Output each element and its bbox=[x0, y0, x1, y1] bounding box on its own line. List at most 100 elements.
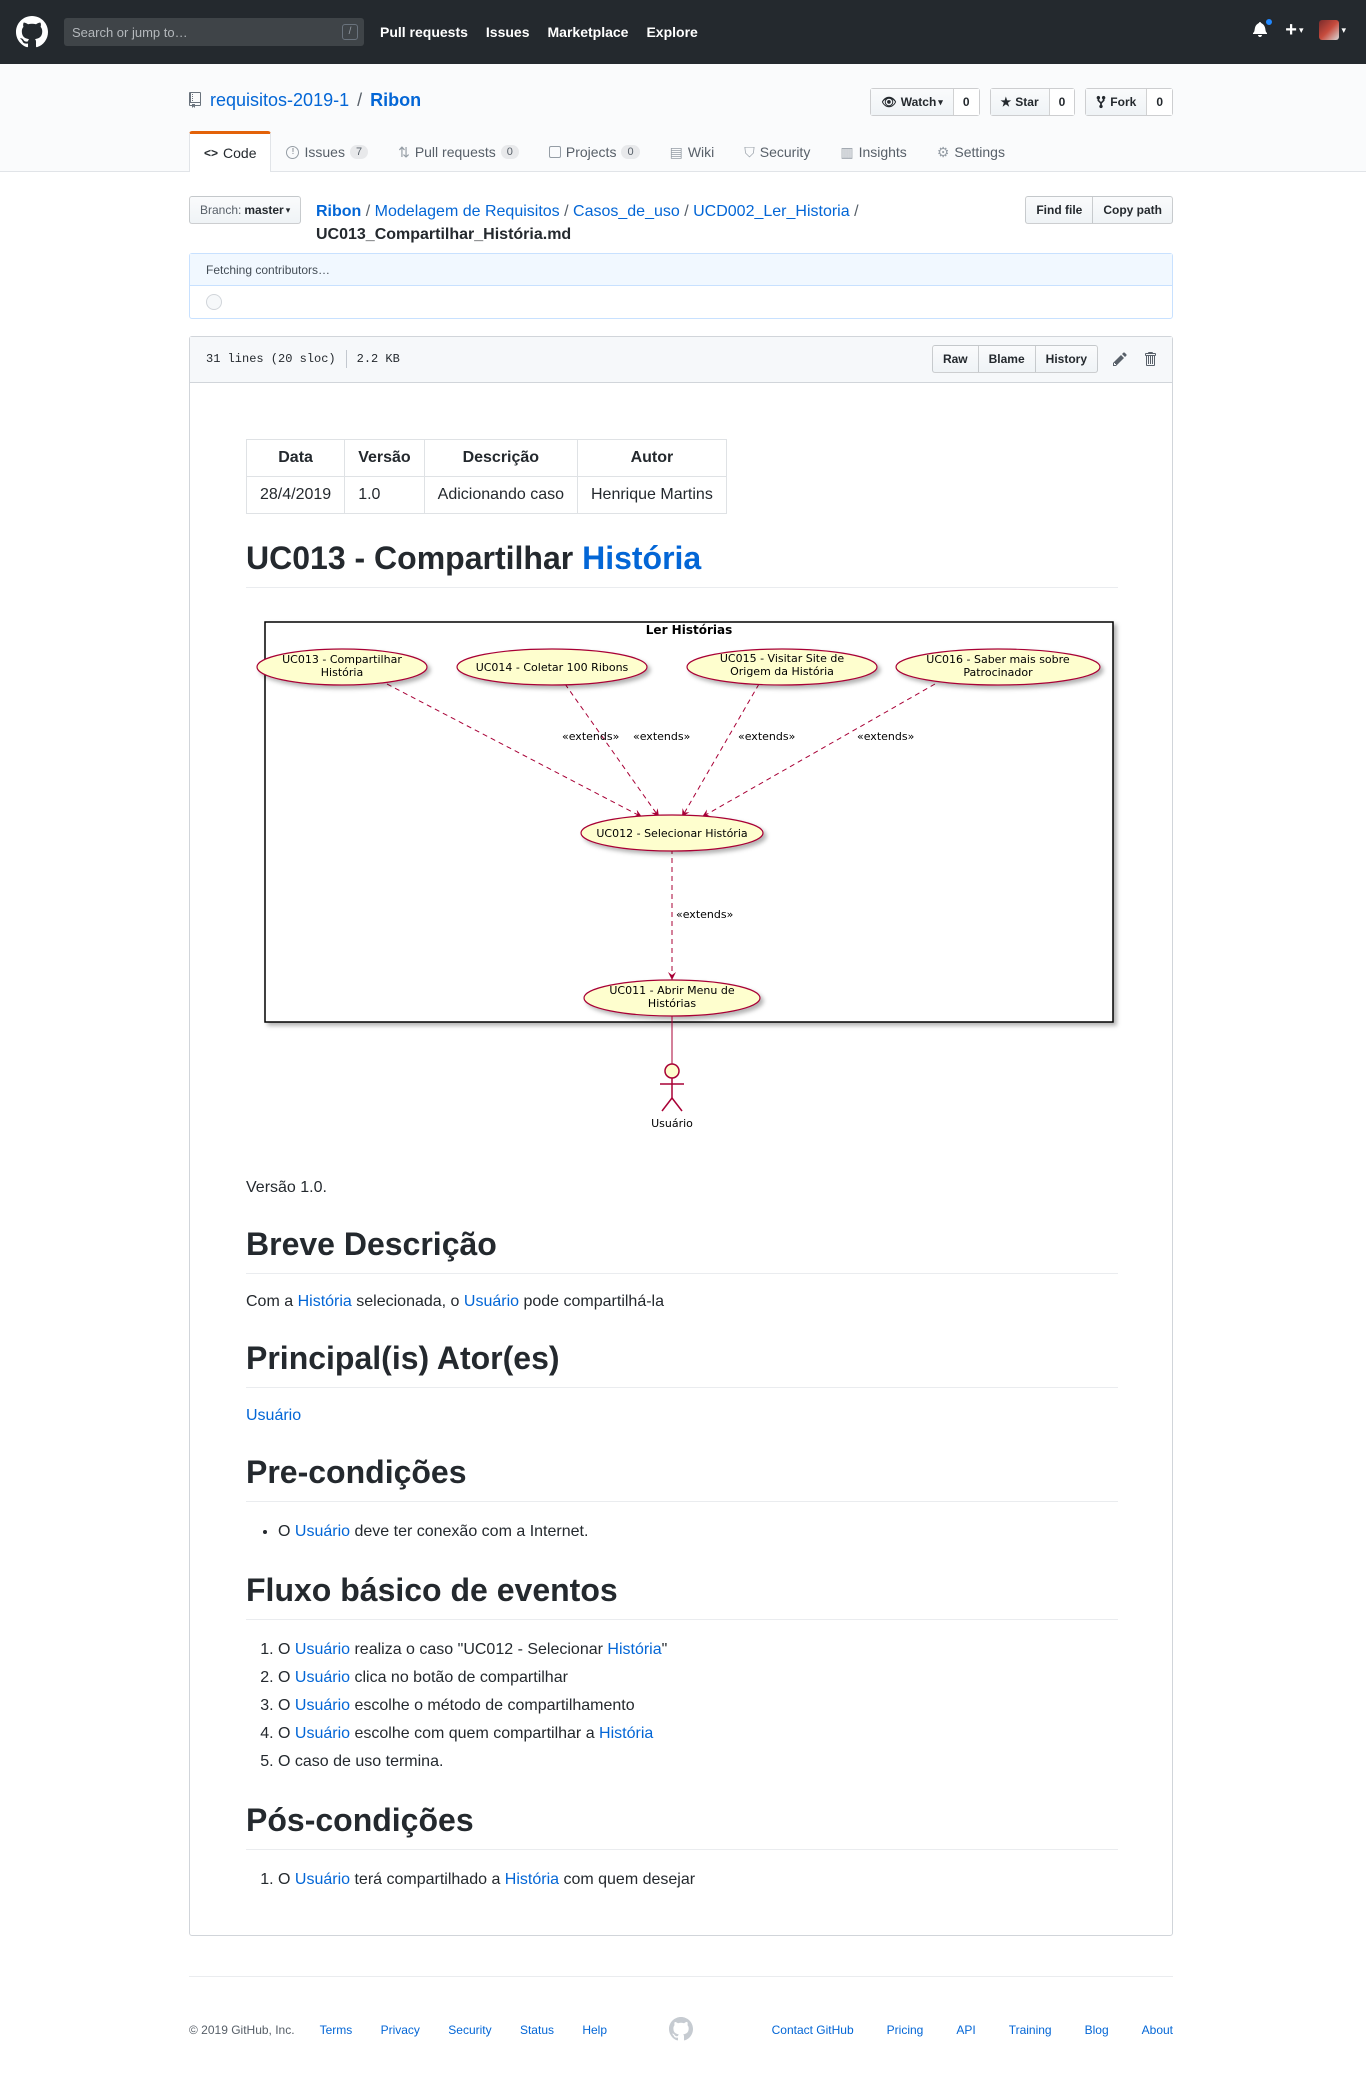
list-item: O caso de uso termina. bbox=[278, 1748, 1118, 1776]
section-heading: Principal(is) Ator(es) bbox=[246, 1338, 1118, 1388]
table-cell: 1.0 bbox=[344, 476, 425, 514]
link-historia[interactable]: História bbox=[607, 1641, 661, 1658]
footer-link-about[interactable]: About bbox=[1142, 2023, 1173, 2037]
link-usuario[interactable]: Usuário bbox=[246, 1407, 301, 1424]
markdown-body: Data Versão Descrição Autor 28/4/2019 1.… bbox=[245, 439, 1118, 1894]
use-case-diagram: Ler Histórias «extends» «extends» «exten… bbox=[256, 621, 1114, 1130]
raw-button[interactable]: Raw bbox=[931, 345, 979, 373]
list-item: O Usuário deve ter conexão com a Interne… bbox=[278, 1518, 1118, 1546]
link-usuario[interactable]: Usuário bbox=[295, 1725, 350, 1742]
search-placeholder: Search or jump to… bbox=[72, 24, 188, 40]
extends-label: «extends» bbox=[633, 730, 690, 743]
page-title: UC013 - Compartilhar História bbox=[246, 538, 1118, 588]
file-actions: Raw Blame History bbox=[931, 345, 1158, 373]
tab-label: Issues bbox=[304, 144, 345, 160]
fork-count[interactable]: 0 bbox=[1146, 89, 1172, 115]
footer-link-contact[interactable]: Contact GitHub bbox=[772, 2023, 854, 2037]
link-historia[interactable]: História bbox=[599, 1725, 653, 1742]
fork-button[interactable]: Fork bbox=[1086, 89, 1147, 115]
tab-counter: 7 bbox=[349, 145, 369, 159]
link-usuario[interactable]: Usuário bbox=[295, 1523, 350, 1540]
slash-shortcut-badge: / bbox=[342, 24, 358, 40]
repo-owner-link[interactable]: requisitos-2019-1 bbox=[210, 90, 349, 110]
footer-link-security[interactable]: Security bbox=[448, 2023, 491, 2037]
watch-count[interactable]: 0 bbox=[952, 89, 979, 115]
nav-marketplace[interactable]: Marketplace bbox=[548, 24, 629, 40]
trash-icon[interactable] bbox=[1142, 351, 1158, 367]
notifications-bell-icon[interactable] bbox=[1253, 18, 1274, 39]
list-item: O Usuário clica no botão de compartilhar bbox=[278, 1664, 1118, 1692]
tab-label: Settings bbox=[954, 144, 1005, 160]
title-link[interactable]: História bbox=[582, 540, 701, 576]
breadcrumb-item[interactable]: UCD002_Ler_Historia bbox=[693, 203, 850, 220]
title-text: UC013 - Compartilhar bbox=[246, 540, 583, 576]
github-mark-icon[interactable] bbox=[669, 2017, 693, 2041]
breadcrumb-item[interactable]: Modelagem de Requisitos bbox=[375, 203, 560, 220]
link-usuario[interactable]: Usuário bbox=[295, 1871, 350, 1888]
paragraph: Com a História selecionada, o Usuário po… bbox=[246, 1293, 664, 1310]
nav-explore[interactable]: Explore bbox=[646, 24, 697, 40]
link-historia[interactable]: História bbox=[505, 1871, 559, 1888]
watch-button[interactable]: 👁 Watch ▾ bbox=[871, 89, 953, 115]
tab-counter: 0 bbox=[500, 145, 519, 159]
tab-code[interactable]: <> Code bbox=[189, 131, 272, 172]
tab-projects[interactable]: Projects 0 bbox=[534, 131, 655, 172]
link-usuario[interactable]: Usuário bbox=[295, 1697, 350, 1714]
find-file-button[interactable]: Find file bbox=[1025, 196, 1094, 224]
star-label: Star bbox=[1015, 95, 1039, 109]
history-button[interactable]: History bbox=[1034, 345, 1098, 373]
breadcrumb-item[interactable]: Casos_de_uso bbox=[573, 203, 680, 220]
tab-counter: 0 bbox=[621, 145, 640, 159]
link-usuario[interactable]: Usuário bbox=[295, 1641, 350, 1658]
usecase-label: UC013 - Compartilhar bbox=[282, 653, 402, 666]
pencil-icon[interactable] bbox=[1112, 351, 1128, 367]
list-item: O Usuário realiza o caso "UC012 - Seleci… bbox=[278, 1636, 1118, 1664]
section-heading: Breve Descrição bbox=[246, 1224, 1118, 1274]
copy-path-button[interactable]: Copy path bbox=[1093, 196, 1173, 224]
repo-actions: 👁 Watch ▾ 0 ★ Star 0 Fork 0 bbox=[870, 88, 1173, 116]
tab-wiki[interactable]: ▤ Wiki bbox=[655, 131, 730, 172]
star-count[interactable]: 0 bbox=[1048, 89, 1075, 115]
search-input[interactable]: Search or jump to… / bbox=[64, 18, 364, 46]
footer-link-api[interactable]: API bbox=[956, 2023, 975, 2037]
caret-down-icon: ▾ bbox=[1341, 24, 1346, 35]
tab-security[interactable]: ⛉ Security bbox=[729, 131, 825, 172]
file-info: 31 lines (20 sloc) 2.2 KB bbox=[206, 350, 400, 368]
section-heading: Pre-condições bbox=[246, 1452, 1118, 1502]
fork-icon bbox=[1096, 95, 1106, 109]
repo-separator: / bbox=[357, 90, 363, 110]
footer-link-help[interactable]: Help bbox=[582, 2023, 607, 2037]
footer-link-pricing[interactable]: Pricing bbox=[887, 2023, 924, 2037]
section-flow: Fluxo básico de eventos O Usuário realiz… bbox=[246, 1570, 1118, 1776]
link-usuario[interactable]: Usuário bbox=[464, 1293, 519, 1310]
branch-select-button[interactable]: Branch: master ▾ bbox=[189, 196, 302, 224]
tab-label: Security bbox=[759, 144, 811, 160]
nav-issues[interactable]: Issues bbox=[486, 24, 530, 40]
user-menu-dropdown[interactable]: ▾ bbox=[1319, 20, 1346, 40]
tab-settings[interactable]: ⚙ Settings bbox=[922, 131, 1020, 172]
list-item: O Usuário escolhe o método de compartilh… bbox=[278, 1692, 1118, 1720]
footer-link-blog[interactable]: Blog bbox=[1085, 2023, 1109, 2037]
usecase-label: UC015 - Visitar Site de bbox=[720, 652, 844, 665]
footer-link-status[interactable]: Status bbox=[520, 2023, 554, 2037]
nav-pull-requests[interactable]: Pull requests bbox=[380, 24, 468, 40]
plus-icon: + bbox=[1285, 19, 1297, 41]
pull-request-icon: ⇅ bbox=[398, 143, 410, 160]
blame-button[interactable]: Blame bbox=[977, 345, 1036, 373]
tab-issues[interactable]: ! Issues 7 bbox=[271, 131, 383, 172]
tab-insights[interactable]: ▥ Insights bbox=[825, 131, 921, 172]
list-item: O Usuário escolhe com quem compartilhar … bbox=[278, 1720, 1118, 1748]
create-new-dropdown[interactable]: + ▾ bbox=[1285, 19, 1303, 41]
footer-link-terms[interactable]: Terms bbox=[320, 2023, 353, 2037]
tab-pull-requests[interactable]: ⇅ Pull requests 0 bbox=[383, 131, 534, 172]
footer-link-training[interactable]: Training bbox=[1009, 2023, 1052, 2037]
github-logo-icon[interactable] bbox=[16, 16, 48, 48]
link-usuario[interactable]: Usuário bbox=[295, 1669, 350, 1686]
star-button[interactable]: ★ Star bbox=[990, 89, 1049, 115]
footer-link-privacy[interactable]: Privacy bbox=[381, 2023, 420, 2037]
breadcrumb-root[interactable]: Ribon bbox=[316, 203, 361, 220]
table-header: Descrição bbox=[423, 439, 578, 477]
section-actors: Principal(is) Ator(es) Usuário bbox=[246, 1338, 1118, 1428]
repo-name-link[interactable]: Ribon bbox=[370, 90, 421, 110]
link-historia[interactable]: História bbox=[298, 1293, 352, 1310]
